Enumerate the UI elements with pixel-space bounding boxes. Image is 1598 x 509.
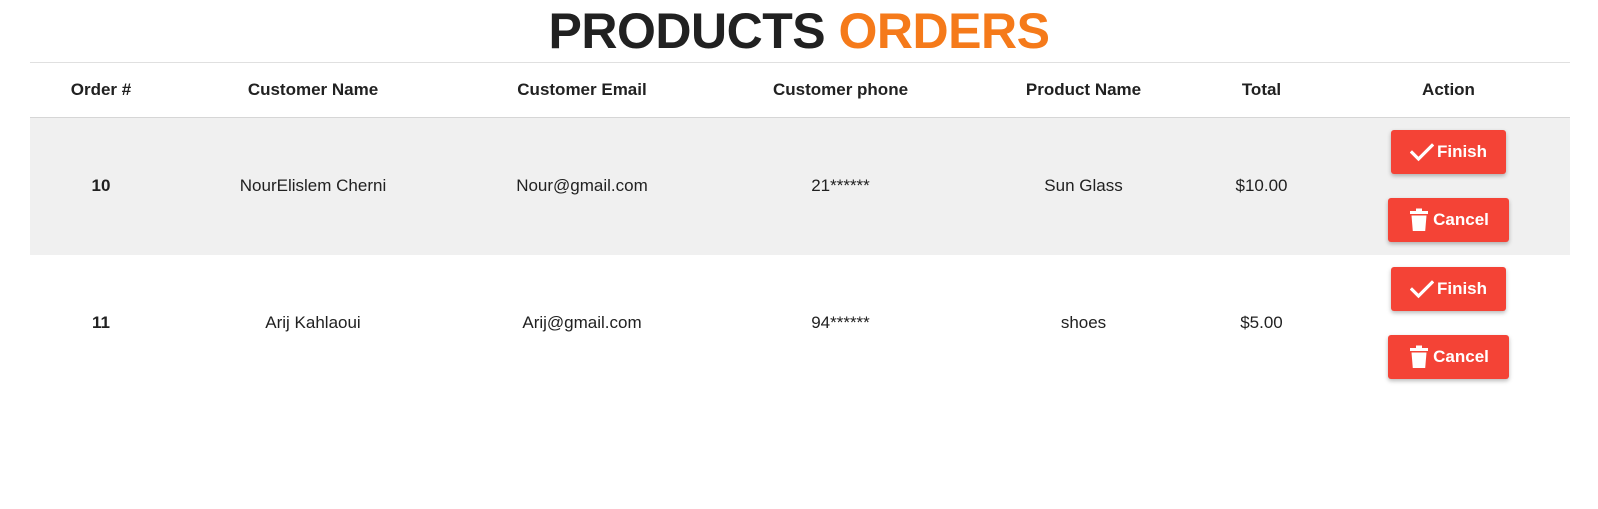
- orders-table-container: Order # Customer Name Customer Email Cus…: [30, 62, 1570, 392]
- column-header-customer-phone: Customer phone: [772, 80, 909, 99]
- action-buttons: Finish Cancel: [1327, 267, 1570, 379]
- column-header-product-name: Product Name: [1025, 80, 1142, 99]
- page-title-orders: ORDERS: [838, 3, 1050, 59]
- order-number-cell: 10: [91, 176, 111, 196]
- product-name-cell: Sun Glass: [1044, 176, 1123, 196]
- trash-icon: [1408, 208, 1430, 232]
- customer-email-cell: Nour@gmail.com: [516, 176, 648, 196]
- customer-phone-cell: 21******: [811, 176, 870, 196]
- page-title-products: PRODUCTS: [548, 3, 826, 59]
- table-row: 11 Arij Kahlaoui Arij@gmail.com 94******…: [30, 255, 1570, 392]
- finish-button-label: Finish: [1436, 279, 1488, 298]
- cancel-button[interactable]: Cancel: [1388, 198, 1509, 243]
- action-cell: Finish Cancel: [1327, 255, 1570, 392]
- order-number-cell: 11: [92, 313, 110, 332]
- finish-button-label: Finish: [1436, 142, 1488, 162]
- table-header: Order # Customer Name Customer Email Cus…: [30, 62, 1570, 118]
- action-cell: Finish Cancel: [1327, 118, 1570, 255]
- column-header-customer-email: Customer Email: [517, 80, 647, 99]
- check-icon: [1409, 142, 1434, 162]
- table-header-row: Order # Customer Name Customer Email Cus…: [30, 62, 1570, 118]
- customer-email-cell: Arij@gmail.com: [522, 313, 642, 332]
- product-name-cell: shoes: [1060, 313, 1107, 332]
- customer-name-cell: NourElislem Cherni: [239, 176, 387, 196]
- finish-button[interactable]: Finish: [1391, 267, 1506, 311]
- column-header-customer-name: Customer Name: [247, 80, 379, 99]
- check-icon: [1409, 279, 1434, 299]
- customer-phone-cell: 94******: [811, 313, 870, 332]
- total-cell: $10.00: [1235, 176, 1288, 196]
- action-buttons: Finish Cancel: [1327, 130, 1570, 243]
- cancel-button-label: Cancel: [1433, 347, 1489, 366]
- cancel-button-label: Cancel: [1433, 210, 1489, 230]
- column-header-action: Action: [1422, 80, 1475, 99]
- cancel-button[interactable]: Cancel: [1388, 335, 1509, 379]
- orders-table: Order # Customer Name Customer Email Cus…: [30, 62, 1570, 392]
- column-header-total: Total: [1241, 80, 1282, 99]
- trash-icon: [1408, 345, 1430, 369]
- table-body: 10 NourElislem Cherni Nour@gmail.com 21*…: [30, 117, 1570, 392]
- total-cell: $5.00: [1240, 313, 1283, 332]
- table-row: 10 NourElislem Cherni Nour@gmail.com 21*…: [30, 117, 1570, 255]
- page-title: PRODUCTS ORDERS: [0, 4, 1598, 58]
- finish-button[interactable]: Finish: [1391, 130, 1506, 175]
- column-header-order: Order #: [70, 80, 132, 99]
- customer-name-cell: Arij Kahlaoui: [265, 313, 361, 332]
